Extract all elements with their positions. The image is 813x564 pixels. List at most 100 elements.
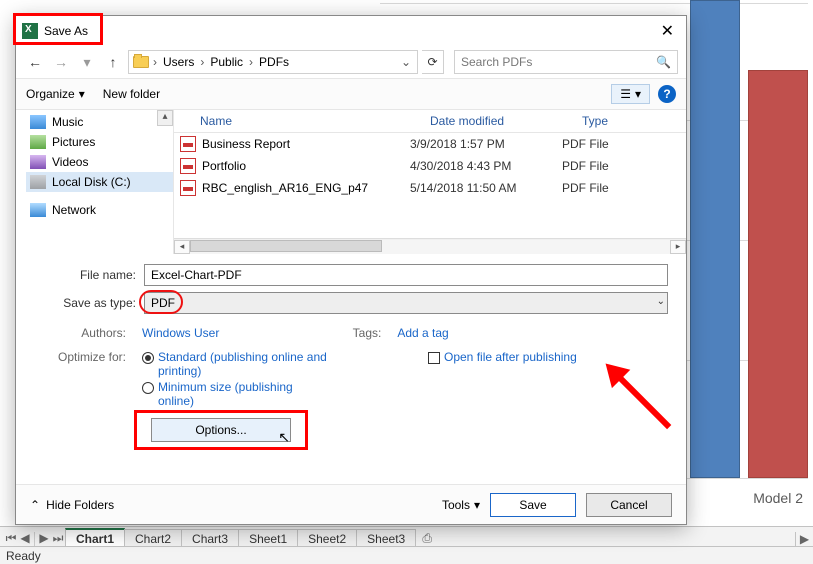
- window-title: Save As: [44, 24, 88, 38]
- tree-item-label: Pictures: [52, 135, 95, 149]
- column-header-date[interactable]: Date modified: [430, 114, 582, 128]
- file-name: Business Report: [202, 137, 290, 151]
- tags-label: Tags:: [349, 326, 389, 340]
- tree-item[interactable]: Videos: [26, 152, 173, 172]
- tab-insert-sheet-icon[interactable]: ⎙: [417, 531, 437, 546]
- sheet-tab-strip: ⏮ ◀ ▶ ⏭ Chart1Chart2Chart3Sheet1Sheet2Sh…: [0, 526, 813, 546]
- radio-icon: [142, 382, 154, 394]
- tree-item[interactable]: Local Disk (C:): [26, 172, 173, 192]
- cancel-button[interactable]: Cancel: [586, 493, 672, 517]
- radio-icon: [142, 352, 154, 364]
- tree-item[interactable]: Pictures: [26, 132, 173, 152]
- save-type-combo[interactable]: PDF ⌄: [144, 292, 668, 314]
- chevron-right-icon[interactable]: ›: [151, 55, 159, 69]
- file-name-input[interactable]: [144, 264, 668, 286]
- column-header-type[interactable]: Type: [582, 114, 686, 128]
- sheet-tab[interactable]: Chart1: [65, 528, 125, 548]
- authors-value[interactable]: Windows User: [142, 326, 219, 340]
- scroll-thumb[interactable]: [190, 240, 382, 252]
- folder-icon: [133, 56, 149, 68]
- breadcrumb-item[interactable]: Public: [208, 55, 245, 69]
- tree-item[interactable]: Network: [26, 200, 173, 220]
- tree-item[interactable]: Music: [26, 112, 173, 132]
- checkbox-open-after[interactable]: Open file after publishing: [428, 350, 577, 364]
- scroll-right-icon[interactable]: ▸: [670, 240, 686, 254]
- tab-nav-first-icon[interactable]: ⏮: [4, 530, 18, 546]
- save-type-value: PDF: [151, 296, 175, 310]
- pdf-icon: [180, 136, 196, 152]
- net-icon: [30, 203, 46, 217]
- file-name: Portfolio: [202, 159, 246, 173]
- address-dropdown-icon[interactable]: ⌄: [399, 55, 413, 69]
- search-input[interactable]: Search PDFs 🔍: [454, 50, 678, 74]
- chart-bar: [690, 0, 740, 478]
- file-date: 3/9/2018 1:57 PM: [410, 137, 562, 151]
- help-button[interactable]: ?: [658, 85, 676, 103]
- column-header-name[interactable]: Name: [200, 114, 430, 128]
- radio-minimum[interactable]: Minimum size (publishing online): [142, 380, 328, 408]
- file-date: 4/30/2018 4:43 PM: [410, 159, 562, 173]
- file-row[interactable]: Business Report3/9/2018 1:57 PMPDF File: [174, 133, 686, 155]
- optimize-label: Optimize for:: [34, 350, 134, 408]
- folder-tree: ▴ Music Pictures Videos Local Disk (C:) Netw…: [16, 110, 174, 254]
- search-icon: 🔍: [656, 55, 671, 69]
- chevron-right-icon[interactable]: ›: [247, 55, 255, 69]
- new-folder-button[interactable]: New folder: [103, 87, 160, 101]
- music-icon: [30, 115, 46, 129]
- status-bar: Ready: [0, 546, 813, 564]
- tab-nav-next-icon[interactable]: ▶: [37, 530, 51, 546]
- file-row[interactable]: RBC_english_AR16_ENG_p47 5/14/2018 11:50 …: [174, 177, 686, 199]
- tab-scroll-right-icon[interactable]: ▶: [795, 532, 813, 546]
- close-button[interactable]: ✕: [657, 21, 678, 41]
- file-type: PDF File: [562, 181, 686, 195]
- file-list-pane: Name Date modified Type Business Report 3…: [174, 110, 686, 254]
- file-date: 5/14/2018 11:50 AM: [410, 181, 562, 195]
- nav-recent-icon[interactable]: ▾: [76, 54, 98, 71]
- file-name-label: File name:: [34, 268, 144, 282]
- tree-scroll-up-icon[interactable]: ▴: [157, 110, 173, 126]
- chevron-up-icon: ⌃: [30, 498, 40, 512]
- checkbox-open-after-label: Open file after publishing: [444, 350, 577, 364]
- chevron-down-icon: ▾: [79, 87, 85, 101]
- horizontal-scrollbar[interactable]: ◂ ▸: [174, 238, 686, 254]
- chevron-right-icon[interactable]: ›: [198, 55, 206, 69]
- tab-nav-last-icon[interactable]: ⏭: [51, 530, 65, 546]
- scroll-left-icon[interactable]: ◂: [174, 240, 190, 254]
- breadcrumb-item[interactable]: PDFs: [257, 55, 291, 69]
- tools-button[interactable]: Tools▾: [442, 498, 480, 512]
- chart-bar: [748, 70, 808, 478]
- organize-button[interactable]: Organize▾: [26, 87, 85, 101]
- nav-forward-icon[interactable]: →: [50, 54, 72, 70]
- radio-minimum-label: Minimum size (publishing online): [158, 380, 328, 408]
- save-as-dialog: Save As ✕ ← → ▾ ↑ › Users › Public › PDF…: [15, 15, 687, 525]
- refresh-button[interactable]: ⟳: [422, 50, 444, 74]
- view-options-button[interactable]: ☰▾: [611, 84, 650, 104]
- radio-standard-label: Standard (publishing online and printing…: [158, 350, 328, 378]
- chevron-down-icon: ▾: [635, 87, 641, 101]
- address-bar[interactable]: › Users › Public › PDFs ⌄: [128, 50, 418, 74]
- nav-back-icon[interactable]: ←: [24, 54, 46, 70]
- checkbox-icon: [428, 352, 440, 364]
- titlebar: Save As ✕: [16, 16, 686, 46]
- tree-item-label: Music: [52, 115, 83, 129]
- breadcrumb-item[interactable]: Users: [161, 55, 196, 69]
- tree-item-label: Videos: [52, 155, 88, 169]
- chart-category-label: Model 2: [753, 490, 803, 506]
- options-button[interactable]: Options...: [151, 418, 291, 442]
- save-type-label: Save as type:: [34, 296, 144, 310]
- tags-value[interactable]: Add a tag: [397, 326, 448, 340]
- save-button[interactable]: Save: [490, 493, 576, 517]
- radio-standard[interactable]: Standard (publishing online and printing…: [142, 350, 328, 378]
- hide-folders-button[interactable]: ⌃ Hide Folders: [30, 498, 114, 512]
- nav-up-icon[interactable]: ↑: [102, 54, 124, 70]
- search-placeholder: Search PDFs: [461, 55, 532, 69]
- file-row[interactable]: Portfolio4/30/2018 4:43 PMPDF File: [174, 155, 686, 177]
- tree-item-label: Network: [52, 203, 96, 217]
- explorer-toolbar: Organize▾ New folder ☰▾ ?: [16, 78, 686, 110]
- tab-nav-prev-icon[interactable]: ◀: [18, 530, 32, 546]
- file-name: RBC_english_AR16_ENG_p47: [202, 181, 368, 195]
- chevron-down-icon: ▾: [474, 498, 480, 512]
- view-list-icon: ☰: [620, 87, 631, 101]
- vid-icon: [30, 155, 46, 169]
- drive-icon: [30, 175, 46, 189]
